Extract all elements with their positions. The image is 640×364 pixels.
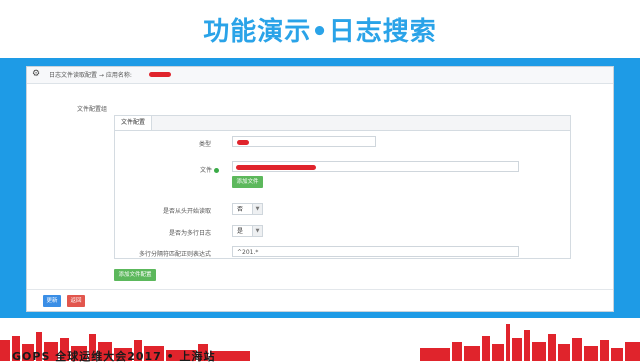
help-icon[interactable] [214,168,219,173]
type-input[interactable] [232,136,376,147]
update-button[interactable]: 更新 [43,295,61,307]
regex-input[interactable]: ^201.* [232,246,519,257]
demo-stage: ⚙ 日志文件读取配置 → 应用名称: 文件配置组 文件配置 类型 文件 添加文件… [0,58,640,318]
footer-event-text: GOPS 全球运维大会2017 • 上海站 [12,350,216,363]
panel-header: ⚙ 日志文件读取配置 → 应用名称: [27,67,613,84]
redacted-type-value [237,140,249,145]
chevron-down-icon: ▼ [252,204,262,214]
redacted-app-name [149,72,171,77]
file-config-subpanel: 文件配置 类型 文件 添加文件 是否从头开始读取 否 ▼ 是否为多行日志 是 ▼… [114,115,571,259]
slide-footer: GOPS 全球运维大会2017 • 上海站 [0,318,640,363]
read-from-start-value: 否 [237,206,244,213]
gear-icon: ⚙ [32,69,41,79]
divider [27,289,613,290]
redacted-file-path [236,165,316,170]
config-panel: ⚙ 日志文件读取配置 → 应用名称: 文件配置组 文件配置 类型 文件 添加文件… [26,66,614,312]
tab-file-config[interactable]: 文件配置 [115,116,153,130]
multiline-value: 是 [237,228,244,235]
slide-title: 功能演示•日志搜索 [203,16,437,47]
read-from-start-label: 是否从头开始读取 [162,208,211,215]
type-label: 类型 [198,141,211,148]
subpanel-header: 文件配置 [115,116,570,131]
multiline-label: 是否为多行日志 [168,230,211,237]
panel-header-text: 日志文件读取配置 → 应用名称: [49,72,132,79]
add-file-button[interactable]: 添加文件 [232,176,263,188]
file-label: 文件 [155,165,219,174]
read-from-start-select[interactable]: 否 ▼ [232,203,263,215]
regex-label: 多行分隔符匹配正则表达式 [138,251,211,258]
chevron-down-icon: ▼ [252,226,262,236]
multiline-select[interactable]: 是 ▼ [232,225,263,237]
add-file-config-button[interactable]: 添加文件配置 [114,269,156,281]
file-input[interactable] [232,161,519,172]
back-button[interactable]: 返回 [67,295,85,307]
file-config-group-label: 文件配置组 [77,106,108,113]
